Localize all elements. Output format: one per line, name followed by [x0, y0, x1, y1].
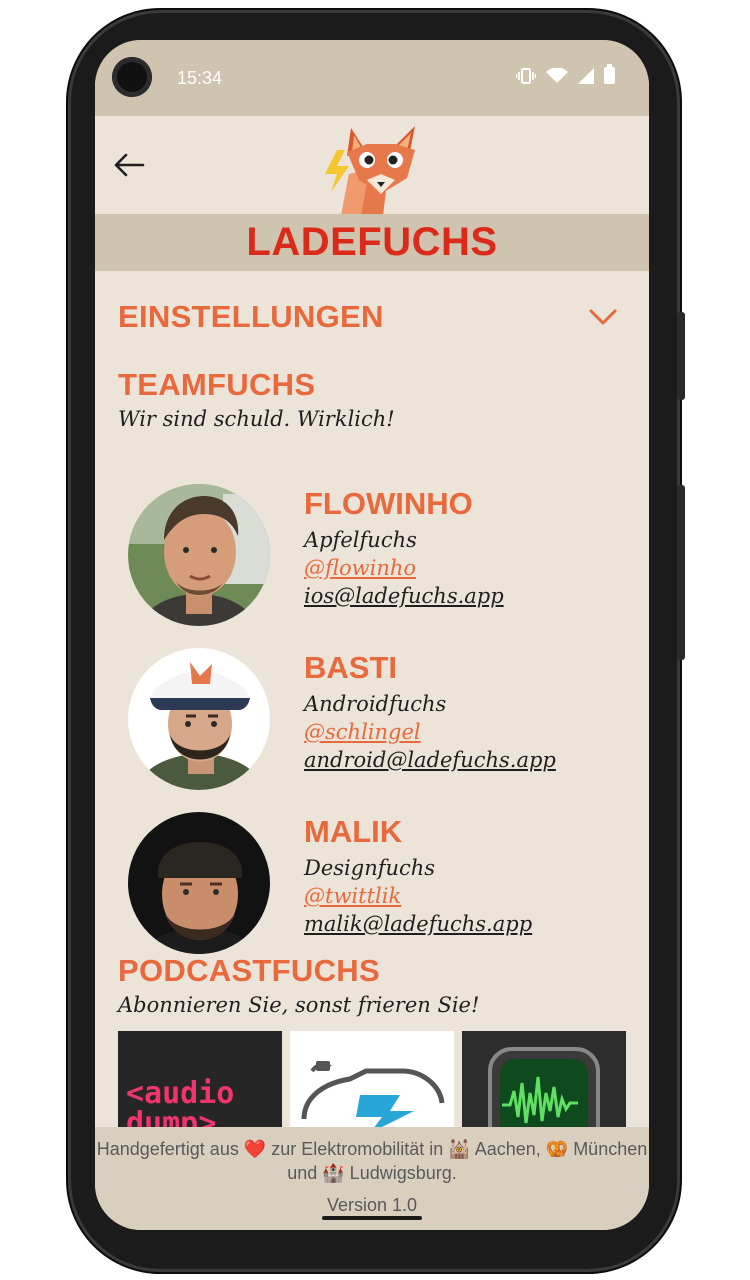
podcast-tile-app[interactable] — [462, 1031, 626, 1127]
app-title: LADEFUCHS — [246, 220, 498, 264]
member-handle-link[interactable]: @schlingel — [304, 718, 556, 746]
avatar — [128, 648, 270, 790]
team-member-flowinho: FLOWINHO Apfelfuchs @flowinho ios@ladefu… — [128, 484, 628, 626]
podcast-heading: PODCASTFUCHS — [118, 953, 380, 988]
about-content[interactable]: EINSTELLUNGEN TEAMFUCHS Wir sind schuld.… — [95, 271, 649, 1127]
member-email-link[interactable]: android@ladefuchs.app — [304, 746, 556, 774]
battery-icon — [604, 64, 615, 84]
vibrate-icon — [516, 67, 536, 84]
podcast-tile-text: <audio dump> — [126, 1076, 235, 1128]
wifi-icon — [546, 67, 568, 83]
app-bar — [95, 116, 649, 216]
app-version: Version 1.0 — [326, 1195, 418, 1215]
member-info: BASTI Androidfuchs @schlingel android@la… — [304, 650, 556, 774]
member-role: Designfuchs — [304, 856, 436, 880]
status-icons — [516, 64, 615, 84]
member-email-link[interactable]: ios@ladefuchs.app — [304, 582, 504, 610]
member-handle-link[interactable]: @flowinho — [304, 554, 504, 582]
team-section-header: TEAMFUCHS Wir sind schuld. Wirklich! — [118, 367, 395, 431]
cell-signal-icon — [578, 67, 594, 84]
member-info: FLOWINHO Apfelfuchs @flowinho ios@ladefu… — [304, 486, 504, 610]
app-title-bar: LADEFUCHS — [95, 214, 649, 271]
footer-credit: Handgefertigt aus ❤️ zur Elektromobilitä… — [96, 1139, 648, 1183]
front-camera — [112, 57, 152, 97]
member-handle-link[interactable]: @twittlik — [304, 882, 532, 910]
settings-section-toggle[interactable]: EINSTELLUNGEN — [118, 299, 618, 339]
member-name: FLOWINHO — [304, 486, 473, 521]
audio-waveform-icon — [488, 1047, 600, 1127]
chevron-down-icon[interactable] — [588, 307, 618, 327]
footer: Handgefertigt aus ❤️ zur Elektromobilitä… — [95, 1127, 649, 1230]
power-button — [677, 312, 685, 400]
member-role: Apfelfuchs — [304, 528, 417, 552]
electric-car-icon — [301, 1061, 445, 1127]
home-indicator[interactable] — [322, 1216, 422, 1220]
status-time: 15:34 — [177, 68, 223, 88]
podcast-subtitle: Abonnieren Sie, sonst frieren Sie! — [118, 993, 480, 1017]
member-name: BASTI — [304, 650, 397, 685]
podcast-tile-ev[interactable] — [290, 1031, 454, 1127]
podcast-section-header: PODCASTFUCHS Abonnieren Sie, sonst frier… — [118, 953, 479, 1017]
team-member-malik: MALIK Designfuchs @twittlik malik@ladefu… — [128, 812, 628, 954]
member-role: Androidfuchs — [304, 692, 447, 716]
member-email-link[interactable]: malik@ladefuchs.app — [304, 910, 532, 938]
podcast-tile-audiodump[interactable]: <audio dump> — [118, 1031, 282, 1127]
team-member-basti: BASTI Androidfuchs @schlingel android@la… — [128, 648, 628, 790]
team-heading: TEAMFUCHS — [118, 367, 316, 402]
avatar — [128, 484, 270, 626]
settings-heading: EINSTELLUNGEN — [118, 299, 384, 334]
member-name: MALIK — [304, 814, 403, 849]
team-subtitle: Wir sind schuld. Wirklich! — [118, 407, 395, 431]
screen: 15:34 LADEFUCHS EINSTELLUNGEN TEAMFUCHS … — [95, 40, 649, 1230]
member-info: MALIK Designfuchs @twittlik malik@ladefu… — [304, 814, 532, 938]
status-bar: 15:34 — [95, 40, 649, 116]
arrow-left-icon[interactable] — [113, 152, 145, 178]
avatar — [128, 812, 270, 954]
volume-button — [677, 485, 685, 660]
podcast-tiles: <audio dump> — [118, 1031, 626, 1127]
fox-logo — [325, 126, 415, 216]
